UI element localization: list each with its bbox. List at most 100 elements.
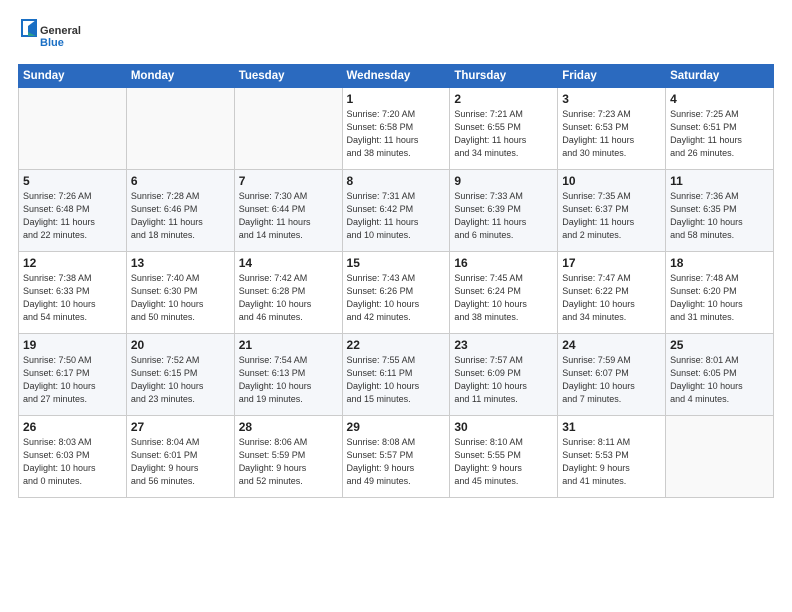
day-number: 14 bbox=[239, 256, 338, 270]
day-number: 31 bbox=[562, 420, 661, 434]
day-cell-3: 3Sunrise: 7:23 AM Sunset: 6:53 PM Daylig… bbox=[558, 88, 666, 170]
day-number: 10 bbox=[562, 174, 661, 188]
day-info: Sunrise: 7:35 AM Sunset: 6:37 PM Dayligh… bbox=[562, 190, 661, 242]
header: General Blue bbox=[18, 18, 774, 54]
day-cell-8: 8 Sunrise: 7:31 AM Sunset: 6:42 PM Daylig… bbox=[342, 170, 450, 252]
day-cell-22: 22 Sunrise: 7:55 AM Sunset: 6:11 PM Dayli… bbox=[342, 334, 450, 416]
day-info: Sunrise: 7:40 AM Sunset: 6:30 PM Dayligh… bbox=[131, 272, 230, 324]
day-number: 12 bbox=[23, 256, 122, 270]
day-cell-11: 11Sunrise: 7:36 AM Sunset: 6:35 PM Dayli… bbox=[666, 170, 774, 252]
day-info: Sunrise: 8:10 AM Sunset: 5:55 PM Dayligh… bbox=[454, 436, 553, 488]
day-cell-25: 25 Sunrise: 8:01 AM Sunset: 6:05 PM Dayli… bbox=[666, 334, 774, 416]
weekday-saturday: Saturday bbox=[666, 65, 774, 88]
day-info: Sunrise: 7:55 AM Sunset: 6:11 PM Dayligh… bbox=[347, 354, 446, 406]
day-number: 1 bbox=[347, 92, 446, 106]
week-row-5: 26 Sunrise: 8:03 AM Sunset: 6:03 PM Dayli… bbox=[19, 416, 774, 498]
weekday-friday: Friday bbox=[558, 65, 666, 88]
week-row-3: 12 Sunrise: 7:38 AM Sunset: 6:33 PM Dayli… bbox=[19, 252, 774, 334]
day-cell-6: 6 Sunrise: 7:28 AM Sunset: 6:46 PM Daylig… bbox=[126, 170, 234, 252]
logo-svg: General Blue bbox=[18, 18, 88, 54]
day-cell-4: 4Sunrise: 7:25 AM Sunset: 6:51 PM Daylig… bbox=[666, 88, 774, 170]
day-number: 13 bbox=[131, 256, 230, 270]
empty-cell bbox=[19, 88, 127, 170]
weekday-header-row: SundayMondayTuesdayWednesdayThursdayFrid… bbox=[19, 65, 774, 88]
week-row-1: 1 Sunrise: 7:20 AM Sunset: 6:58 PM Daylig… bbox=[19, 88, 774, 170]
day-number: 18 bbox=[670, 256, 769, 270]
day-number: 24 bbox=[562, 338, 661, 352]
day-cell-27: 27 Sunrise: 8:04 AM Sunset: 6:01 PM Dayli… bbox=[126, 416, 234, 498]
day-info: Sunrise: 7:30 AM Sunset: 6:44 PM Dayligh… bbox=[239, 190, 338, 242]
empty-cell bbox=[666, 416, 774, 498]
day-cell-5: 5 Sunrise: 7:26 AM Sunset: 6:48 PM Daylig… bbox=[19, 170, 127, 252]
day-cell-19: 19 Sunrise: 7:50 AM Sunset: 6:17 PM Dayli… bbox=[19, 334, 127, 416]
day-cell-18: 18 Sunrise: 7:48 AM Sunset: 6:20 PM Dayli… bbox=[666, 252, 774, 334]
day-cell-30: 30 Sunrise: 8:10 AM Sunset: 5:55 PM Dayli… bbox=[450, 416, 558, 498]
day-info: Sunrise: 7:21 AM Sunset: 6:55 PM Dayligh… bbox=[454, 108, 553, 160]
day-info: Sunrise: 7:50 AM Sunset: 6:17 PM Dayligh… bbox=[23, 354, 122, 406]
day-info: Sunrise: 7:45 AM Sunset: 6:24 PM Dayligh… bbox=[454, 272, 553, 324]
day-cell-2: 2 Sunrise: 7:21 AM Sunset: 6:55 PM Daylig… bbox=[450, 88, 558, 170]
day-info: Sunrise: 7:52 AM Sunset: 6:15 PM Dayligh… bbox=[131, 354, 230, 406]
day-number: 5 bbox=[23, 174, 122, 188]
day-info: Sunrise: 7:43 AM Sunset: 6:26 PM Dayligh… bbox=[347, 272, 446, 324]
day-cell-17: 17Sunrise: 7:47 AM Sunset: 6:22 PM Dayli… bbox=[558, 252, 666, 334]
day-number: 29 bbox=[347, 420, 446, 434]
svg-text:Blue: Blue bbox=[40, 37, 64, 49]
day-cell-14: 14Sunrise: 7:42 AM Sunset: 6:28 PM Dayli… bbox=[234, 252, 342, 334]
day-number: 22 bbox=[347, 338, 446, 352]
day-number: 21 bbox=[239, 338, 338, 352]
day-info: Sunrise: 7:26 AM Sunset: 6:48 PM Dayligh… bbox=[23, 190, 122, 242]
day-number: 11 bbox=[670, 174, 769, 188]
day-cell-28: 28 Sunrise: 8:06 AM Sunset: 5:59 PM Dayli… bbox=[234, 416, 342, 498]
day-cell-23: 23Sunrise: 7:57 AM Sunset: 6:09 PM Dayli… bbox=[450, 334, 558, 416]
day-info: Sunrise: 7:38 AM Sunset: 6:33 PM Dayligh… bbox=[23, 272, 122, 324]
logo: General Blue bbox=[18, 18, 88, 54]
day-number: 26 bbox=[23, 420, 122, 434]
day-cell-7: 7 Sunrise: 7:30 AM Sunset: 6:44 PM Daylig… bbox=[234, 170, 342, 252]
day-cell-16: 16Sunrise: 7:45 AM Sunset: 6:24 PM Dayli… bbox=[450, 252, 558, 334]
day-info: Sunrise: 7:59 AM Sunset: 6:07 PM Dayligh… bbox=[562, 354, 661, 406]
week-row-4: 19 Sunrise: 7:50 AM Sunset: 6:17 PM Dayli… bbox=[19, 334, 774, 416]
day-info: Sunrise: 7:25 AM Sunset: 6:51 PM Dayligh… bbox=[670, 108, 769, 160]
day-number: 2 bbox=[454, 92, 553, 106]
day-number: 9 bbox=[454, 174, 553, 188]
week-row-2: 5 Sunrise: 7:26 AM Sunset: 6:48 PM Daylig… bbox=[19, 170, 774, 252]
empty-cell bbox=[126, 88, 234, 170]
day-cell-13: 13 Sunrise: 7:40 AM Sunset: 6:30 PM Dayli… bbox=[126, 252, 234, 334]
day-cell-26: 26 Sunrise: 8:03 AM Sunset: 6:03 PM Dayli… bbox=[19, 416, 127, 498]
svg-text:General: General bbox=[40, 25, 81, 37]
weekday-wednesday: Wednesday bbox=[342, 65, 450, 88]
day-cell-10: 10 Sunrise: 7:35 AM Sunset: 6:37 PM Dayli… bbox=[558, 170, 666, 252]
day-number: 28 bbox=[239, 420, 338, 434]
day-info: Sunrise: 7:33 AM Sunset: 6:39 PM Dayligh… bbox=[454, 190, 553, 242]
calendar-table: SundayMondayTuesdayWednesdayThursdayFrid… bbox=[18, 64, 774, 498]
weekday-thursday: Thursday bbox=[450, 65, 558, 88]
day-number: 25 bbox=[670, 338, 769, 352]
day-number: 30 bbox=[454, 420, 553, 434]
day-cell-24: 24 Sunrise: 7:59 AM Sunset: 6:07 PM Dayli… bbox=[558, 334, 666, 416]
weekday-tuesday: Tuesday bbox=[234, 65, 342, 88]
day-info: Sunrise: 7:48 AM Sunset: 6:20 PM Dayligh… bbox=[670, 272, 769, 324]
day-number: 27 bbox=[131, 420, 230, 434]
day-info: Sunrise: 7:20 AM Sunset: 6:58 PM Dayligh… bbox=[347, 108, 446, 160]
empty-cell bbox=[234, 88, 342, 170]
day-number: 23 bbox=[454, 338, 553, 352]
day-cell-12: 12 Sunrise: 7:38 AM Sunset: 6:33 PM Dayli… bbox=[19, 252, 127, 334]
day-number: 19 bbox=[23, 338, 122, 352]
day-info: Sunrise: 8:01 AM Sunset: 6:05 PM Dayligh… bbox=[670, 354, 769, 406]
day-info: Sunrise: 7:54 AM Sunset: 6:13 PM Dayligh… bbox=[239, 354, 338, 406]
day-number: 15 bbox=[347, 256, 446, 270]
day-number: 20 bbox=[131, 338, 230, 352]
weekday-sunday: Sunday bbox=[19, 65, 127, 88]
day-number: 8 bbox=[347, 174, 446, 188]
day-info: Sunrise: 8:03 AM Sunset: 6:03 PM Dayligh… bbox=[23, 436, 122, 488]
day-info: Sunrise: 8:06 AM Sunset: 5:59 PM Dayligh… bbox=[239, 436, 338, 488]
day-cell-9: 9 Sunrise: 7:33 AM Sunset: 6:39 PM Daylig… bbox=[450, 170, 558, 252]
day-number: 6 bbox=[131, 174, 230, 188]
weekday-monday: Monday bbox=[126, 65, 234, 88]
day-info: Sunrise: 8:04 AM Sunset: 6:01 PM Dayligh… bbox=[131, 436, 230, 488]
day-info: Sunrise: 7:47 AM Sunset: 6:22 PM Dayligh… bbox=[562, 272, 661, 324]
day-info: Sunrise: 7:31 AM Sunset: 6:42 PM Dayligh… bbox=[347, 190, 446, 242]
day-info: Sunrise: 7:28 AM Sunset: 6:46 PM Dayligh… bbox=[131, 190, 230, 242]
day-number: 7 bbox=[239, 174, 338, 188]
